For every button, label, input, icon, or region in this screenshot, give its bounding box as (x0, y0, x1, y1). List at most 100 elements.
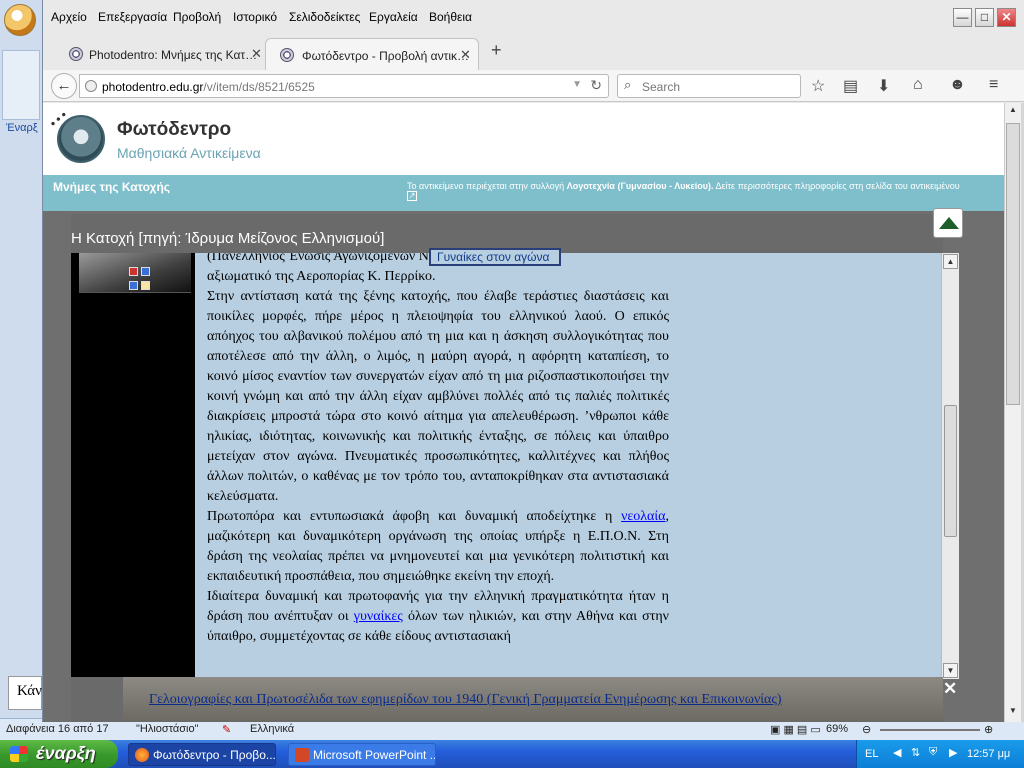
menu-view[interactable]: Προβολή (173, 10, 221, 24)
site-subtitle: Μαθησιακά Αντικείμενα (117, 145, 261, 161)
viewer-side-pane (71, 253, 195, 677)
url-host: photodentro.edu.gr (102, 80, 204, 94)
status-theme: "Ηλιοστάσιο" (136, 723, 199, 735)
scroll-up-icon[interactable]: ▲ (1006, 105, 1020, 119)
home-icon[interactable]: ⌂ (913, 76, 923, 94)
tray-arrow-icon[interactable]: ◀ (893, 746, 901, 759)
download-arrow-icon[interactable]: ⬇ (877, 76, 890, 96)
url-path: /v/item/ds/8521/6525 (203, 80, 315, 94)
tab-strip: Photodentro: Μνήμες της Κατ… ✕ Φωτόδεντρ… (43, 34, 1024, 70)
bookmark-star-icon[interactable]: ☆ (811, 76, 825, 96)
status-slide-count: Διαφάνεια 16 από 17 (6, 723, 109, 735)
close-viewer-icon[interactable]: ✕ (943, 679, 957, 699)
image-caption-link[interactable]: Γελοιογραφίες και Πρωτοσέλιδα των εφημερ… (149, 692, 782, 708)
system-tray: EL ◀ ⇅ ⛨ ▶ 12:57 μμ (856, 740, 1024, 768)
minimize-button[interactable]: — (953, 8, 972, 27)
paragraph: Πρωτοπόρα και εντυπωσιακά άφοβη και δυνα… (207, 507, 669, 587)
scroll-thumb[interactable] (944, 405, 957, 537)
security-icon[interactable]: ⛨ (929, 746, 937, 759)
menu-edit[interactable]: Επεξεργασία (98, 10, 167, 24)
viewer-title: Η Κατοχή [πηγή: Ίδρυμα Μείζονος Ελληνισμ… (71, 230, 385, 247)
chat-face-icon[interactable]: ☻ (949, 76, 966, 94)
scroll-thumb[interactable] (1006, 123, 1020, 405)
collection-info: Το αντικείμενο περιέχεται στην συλλογή Λ… (407, 180, 997, 192)
grid-mini-icon[interactable] (141, 267, 150, 276)
scroll-up-icon[interactable]: ▲ (943, 254, 958, 269)
start-label: έναρξη (36, 743, 96, 763)
task-powerpoint[interactable]: Microsoft PowerPoint ... (288, 743, 436, 766)
view-buttons-icon[interactable]: ▣ ▦ ▤ ▭ (770, 723, 821, 736)
paragraph: Στην αντίσταση κατά της ξένης κατοχής, π… (207, 289, 669, 504)
scroll-down-icon[interactable]: ▼ (943, 663, 958, 678)
hamburger-menu-icon[interactable]: ≡ (989, 76, 998, 94)
language-indicator[interactable]: EL (865, 748, 878, 760)
menu-history[interactable]: Ιστορικό (233, 10, 277, 24)
thumbnail-image[interactable] (79, 253, 191, 293)
powerpoint-slide-thumb[interactable]: Κάν (8, 676, 42, 710)
zoom-out-icon[interactable]: ⊖ (862, 723, 871, 736)
firefox-icon (135, 748, 149, 762)
navigation-bar: ← photodentro.edu.gr/v/item/ds/8521/6525… (43, 70, 1024, 102)
close-window-button[interactable]: ✕ (997, 8, 1016, 27)
collapse-button[interactable] (933, 208, 963, 238)
windows-flag-icon (10, 746, 28, 762)
flag-mini-icon[interactable] (129, 267, 138, 276)
info-prefix: Το αντικείμενο περιέχεται στην συλλογή (407, 181, 567, 191)
spellcheck-icon: ✎ (222, 724, 232, 736)
new-tab-icon[interactable]: + (491, 40, 502, 61)
triangle-up-icon (939, 217, 959, 229)
viewer-text-pane: (Πανελλήνιος Ένωσις Αγωνιζομένων Νέων) π… (195, 253, 959, 679)
url-bar[interactable]: photodentro.edu.gr/v/item/ds/8521/6525 ▼… (79, 74, 609, 98)
text-line: αξιωματικό της Αεροπορίας Κ. Περρίκο. (207, 269, 436, 284)
globe-icon (85, 80, 97, 92)
tab-title: Photodentro: Μνήμες της Κατ… (89, 48, 258, 62)
tab-title: Φωτόδεντρο - Προβολή αντικ… (302, 49, 469, 63)
menu-file[interactable]: Αρχείο (51, 10, 87, 24)
menu-bar: Αρχείο Επεξεργασία Προβολή Ιστορικό Σελι… (43, 0, 1024, 34)
reading-list-icon[interactable]: ▤ (843, 76, 858, 96)
media-play-icon[interactable]: ▶ (949, 746, 957, 759)
search-input[interactable]: ⌕ Search (617, 74, 801, 98)
back-arrow-icon[interactable]: ← (51, 73, 77, 99)
dropdown-arrow-icon[interactable]: ▼ (572, 79, 582, 90)
menu-help[interactable]: Βοήθεια (429, 10, 472, 24)
powerpoint-side-panel (2, 50, 40, 120)
maximize-button[interactable]: □ (975, 8, 994, 27)
close-tab-icon[interactable]: ✕ (460, 47, 471, 63)
paragraph-text: Πρωτοπόρα και εντυπωσιακά άφοβη και δυνα… (207, 509, 622, 524)
task-label: Φωτόδεντρο - Προβο... (153, 748, 276, 762)
person-mini-icon[interactable] (129, 281, 138, 290)
women-tag-box[interactable]: Γυναίκες στον αγώνα (429, 248, 561, 266)
collection-title[interactable]: Μνήμες της Κατοχής (53, 180, 170, 194)
search-icon: ⌕ (624, 77, 632, 92)
paragraph: Ιδιαίτερα δυναμική και πρωτοφανής για τη… (207, 587, 669, 647)
task-label: Microsoft PowerPoint ... (313, 748, 436, 762)
powerpoint-icon (295, 748, 309, 762)
page-scrollbar[interactable]: ▲ ▼ (1004, 103, 1021, 722)
women-link[interactable]: γυναίκες (354, 609, 403, 624)
menu-tools[interactable]: Εργαλεία (369, 10, 418, 24)
youth-link[interactable]: νεολαία (621, 509, 665, 524)
scroll-down-icon[interactable]: ▼ (1006, 706, 1020, 720)
search-placeholder: Search (642, 80, 681, 94)
close-tab-icon[interactable]: ✕ (251, 46, 262, 62)
powerpoint-side-link[interactable]: Έναρξ (6, 122, 38, 134)
start-button[interactable]: έναρξη (0, 740, 118, 768)
note-mini-icon[interactable] (141, 281, 150, 290)
zoom-slider[interactable] (880, 729, 980, 731)
zoom-in-icon[interactable]: ⊕ (984, 723, 993, 736)
zoom-level[interactable]: 69% (826, 723, 848, 735)
status-language: Ελληνικά (250, 723, 295, 735)
photodentro-favicon-icon (280, 48, 294, 62)
office-button-icon[interactable] (4, 4, 36, 36)
network-icon[interactable]: ⇅ (911, 746, 920, 759)
text-scrollbar[interactable]: ▲ ▼ (941, 253, 959, 679)
tab-photodentro-item[interactable]: Φωτόδεντρο - Προβολή αντικ… ✕ (265, 38, 479, 70)
reload-icon[interactable]: ↻ (590, 77, 602, 94)
info-collection-name[interactable]: Λογοτεχνία (Γυμνασίου - Λυκείου). (567, 181, 714, 191)
site-title[interactable]: Φωτόδεντρο (117, 119, 231, 141)
task-firefox[interactable]: Φωτόδεντρο - Προβο... (128, 743, 276, 766)
menu-bookmarks[interactable]: Σελιδοδείκτες (289, 10, 360, 24)
external-link-icon[interactable]: ↗ (407, 191, 417, 201)
tab-photodentro-collection[interactable]: Photodentro: Μνήμες της Κατ… ✕ (43, 38, 271, 70)
